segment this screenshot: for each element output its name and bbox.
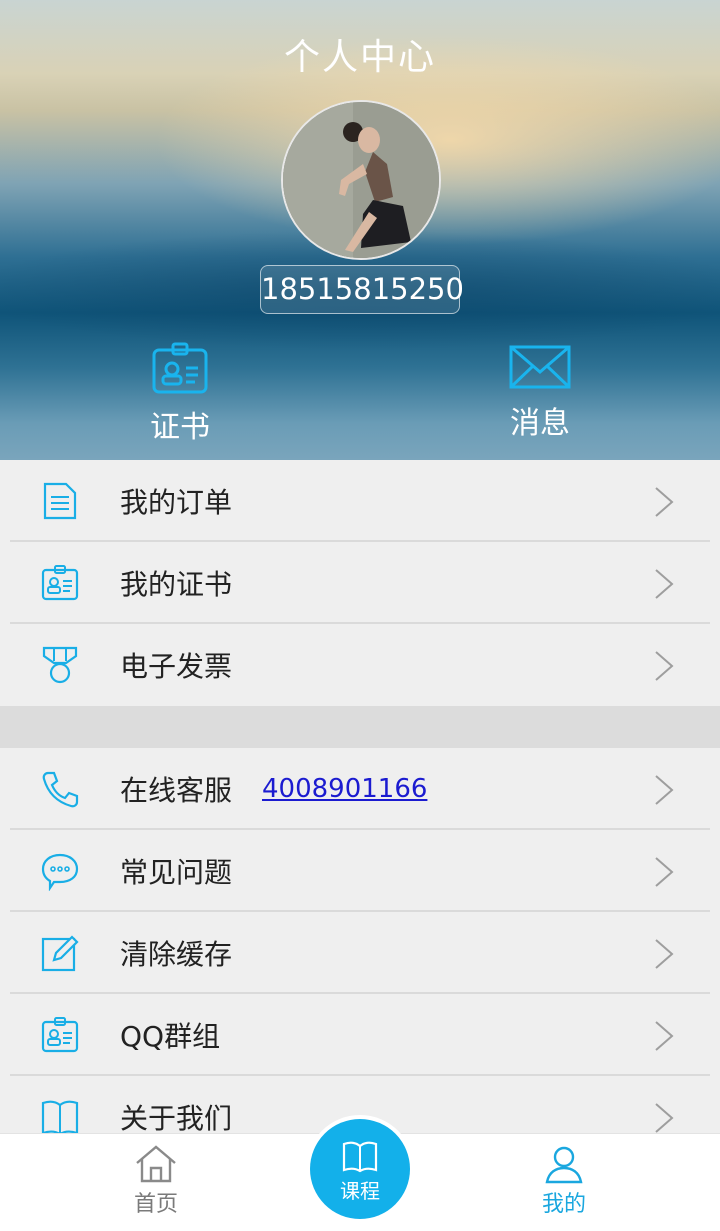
chevron-right-icon xyxy=(655,1103,674,1133)
menu-item-my-certificates[interactable]: 我的证书 xyxy=(0,542,720,624)
menu-item-label: 清除缓存 xyxy=(120,938,233,971)
menu-item-label: 在线客服 xyxy=(120,774,233,807)
section-divider xyxy=(0,706,720,748)
chevron-right-icon xyxy=(655,1021,674,1051)
avatar[interactable] xyxy=(281,100,441,260)
chevron-right-icon xyxy=(655,939,674,969)
book-icon xyxy=(41,1100,79,1136)
certificate-icon xyxy=(41,565,79,601)
certificate-shortcut[interactable]: 证书 xyxy=(110,342,250,446)
certificate-shortcut-label: 证书 xyxy=(150,410,210,445)
menu-item-label: 常见问题 xyxy=(120,856,233,889)
menu-item-e-invoice[interactable]: 电子发票 xyxy=(0,624,720,706)
menu-primary: 我的订单 我的证书 电子发票 xyxy=(0,460,720,706)
menu-item-clear-cache[interactable]: 清除缓存 xyxy=(0,912,720,994)
profile-header: 个人中心 18515815250 证书 消息 xyxy=(0,0,720,460)
book-icon xyxy=(342,1141,378,1173)
chevron-right-icon xyxy=(655,775,674,805)
user-phone-number: 18515815250 xyxy=(260,265,464,314)
user-icon xyxy=(545,1146,583,1184)
menu-item-my-orders[interactable]: 我的订单 xyxy=(0,460,720,542)
menu-item-label: 我的证书 xyxy=(120,568,233,601)
menu-item-qq-group[interactable]: QQ群组 xyxy=(0,994,720,1076)
menu-item-label: 电子发票 xyxy=(120,650,233,683)
page-title: 个人中心 xyxy=(283,37,436,78)
tab-home-label: 首页 xyxy=(133,1192,178,1217)
tab-course[interactable]: 课程 xyxy=(306,1115,414,1223)
chat-bubble-icon xyxy=(41,853,79,891)
dancer-photo xyxy=(283,102,439,258)
tab-mine[interactable]: 我的 xyxy=(494,1134,634,1218)
menu-item-faq[interactable]: 常见问题 xyxy=(0,830,720,912)
phone-icon xyxy=(42,771,79,808)
menu-secondary: 在线客服 4008901166 常见问题 清除缓存 QQ群组 关于我们 xyxy=(0,748,720,1158)
chevron-right-icon xyxy=(655,569,674,599)
edit-icon xyxy=(41,935,79,972)
message-shortcut[interactable]: 消息 xyxy=(470,342,610,442)
tab-course-label: 课程 xyxy=(340,1179,380,1203)
chevron-right-icon xyxy=(655,857,674,887)
certificate-icon xyxy=(152,342,208,394)
menu-item-label: QQ群组 xyxy=(120,1020,221,1053)
message-shortcut-label: 消息 xyxy=(510,406,570,441)
menu-item-label: 关于我们 xyxy=(120,1102,233,1135)
envelope-icon xyxy=(509,345,571,389)
tab-mine-label: 我的 xyxy=(541,1192,586,1217)
document-icon xyxy=(43,482,77,520)
home-icon xyxy=(136,1145,176,1183)
menu-item-online-service[interactable]: 在线客服 4008901166 xyxy=(0,748,720,830)
service-phone-link[interactable]: 4008901166 xyxy=(262,774,427,804)
chevron-right-icon xyxy=(655,487,674,517)
menu-item-label: 我的订单 xyxy=(120,486,233,519)
course-button[interactable]: 课程 xyxy=(310,1119,410,1219)
certificate-icon xyxy=(41,1017,79,1053)
medal-icon xyxy=(42,646,78,684)
tab-home[interactable]: 首页 xyxy=(86,1134,226,1218)
chevron-right-icon xyxy=(655,651,674,681)
